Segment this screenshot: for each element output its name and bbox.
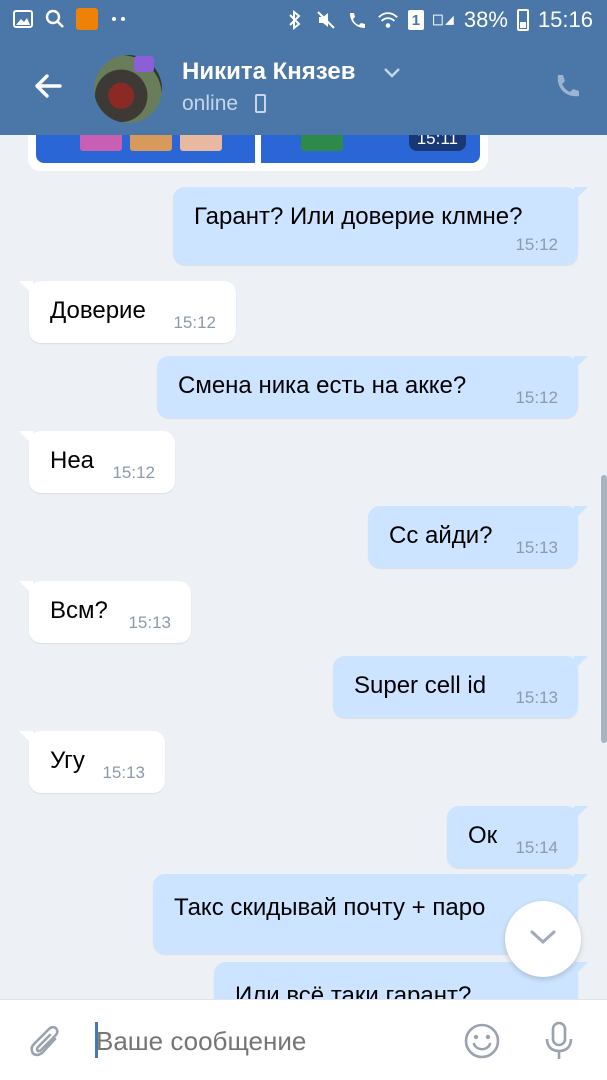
- message-time: 15:13: [515, 538, 558, 557]
- message-text: Доверие: [50, 297, 146, 324]
- call-icon[interactable]: [552, 72, 582, 102]
- scrollbar[interactable]: [601, 475, 607, 743]
- back-arrow-icon[interactable]: [30, 68, 66, 104]
- message-time: 15:12: [112, 463, 155, 482]
- phone-icon: [255, 94, 266, 113]
- message-bubble-out[interactable]: Super cell id 15:13: [333, 656, 588, 718]
- message-time: 15:13: [515, 688, 558, 707]
- message-text: Или всё таки гарант?: [235, 982, 472, 999]
- message-time: 15:12: [515, 388, 558, 407]
- wifi-icon: [377, 10, 399, 30]
- message-bubble-out[interactable]: Смена ника есть на акке? 15:12: [157, 356, 588, 418]
- emoji-icon[interactable]: [463, 1022, 501, 1060]
- game-card: [180, 135, 222, 151]
- message-time: 15:12: [515, 235, 558, 254]
- message-text: Угу: [50, 747, 85, 774]
- game-card: [130, 135, 172, 151]
- message-bubble-in[interactable]: Неа 15:12: [19, 431, 175, 493]
- message-time: 15:13: [128, 613, 171, 632]
- gallery-icon: [12, 9, 34, 29]
- message-bubble-in[interactable]: Доверие 15:12: [19, 281, 236, 343]
- attach-icon[interactable]: [28, 1022, 64, 1062]
- message-text: Всм?: [50, 597, 108, 624]
- clock: 15:16: [537, 7, 593, 32]
- message-text: Гарант? Или доверие клмне?: [194, 203, 523, 230]
- scroll-down-button[interactable]: [505, 901, 581, 977]
- image-attachment-2[interactable]: 15:11: [261, 135, 480, 163]
- message-text: Ок: [468, 822, 498, 849]
- message-time: 15:14: [515, 838, 558, 857]
- message-bubble-in[interactable]: Угу 15:13: [19, 731, 165, 793]
- message-text: Неа: [50, 447, 95, 474]
- sim-icon: 1: [407, 10, 424, 30]
- message-text: Такс скидывай почту + паро: [174, 894, 486, 921]
- message-time: 15:12: [173, 313, 216, 332]
- message-text: Смена ника есть на акке?: [178, 372, 467, 399]
- message-list[interactable]: 15:11 Гарант? Или доверие клмне? 15:12 Д…: [0, 135, 607, 999]
- chat-header: Никита Князев online: [0, 40, 607, 135]
- battery-icon: [516, 9, 529, 31]
- signal-icon: [433, 10, 455, 30]
- message-bubble-out[interactable]: Ок 15:14: [447, 806, 588, 868]
- mute-icon: [315, 10, 337, 30]
- message-composer: [0, 999, 607, 1080]
- more-dots-icon: [108, 9, 130, 29]
- image-message[interactable]: 15:11: [28, 135, 488, 171]
- mic-icon[interactable]: [541, 1020, 577, 1062]
- chevron-down-icon[interactable]: [383, 66, 401, 78]
- message-bubble-out[interactable]: Сс айди? 15:13: [368, 506, 588, 568]
- message-bubble-in[interactable]: Всм? 15:13: [19, 581, 191, 643]
- message-bubble-out[interactable]: Гарант? Или доверие клмне? 15:12: [173, 187, 588, 265]
- message-text: Сс айди?: [389, 522, 493, 549]
- message-text: Super cell id: [354, 672, 487, 699]
- battery-percent: 38%: [463, 7, 508, 32]
- contact-name[interactable]: Никита Князев: [182, 58, 355, 86]
- status-bar: 1 38% 15:16: [0, 0, 607, 40]
- status-left-icons: [12, 8, 130, 30]
- presence-status: online: [182, 92, 239, 115]
- ok-app-icon: [76, 8, 98, 30]
- avatar-badge: [134, 56, 154, 72]
- bluetooth-icon: [284, 10, 306, 30]
- status-right-icons: 1 38% 15:16: [284, 7, 593, 33]
- game-card: [301, 135, 343, 151]
- scroll-down-icon: [529, 929, 557, 952]
- message-time: 15:11: [408, 135, 466, 151]
- image-attachment-1[interactable]: [36, 135, 255, 163]
- message-input[interactable]: [96, 1020, 436, 1062]
- wifi-call-icon: [346, 10, 368, 30]
- message-time: 15:13: [102, 763, 145, 782]
- search-icon: [44, 9, 66, 29]
- game-card: [80, 135, 122, 151]
